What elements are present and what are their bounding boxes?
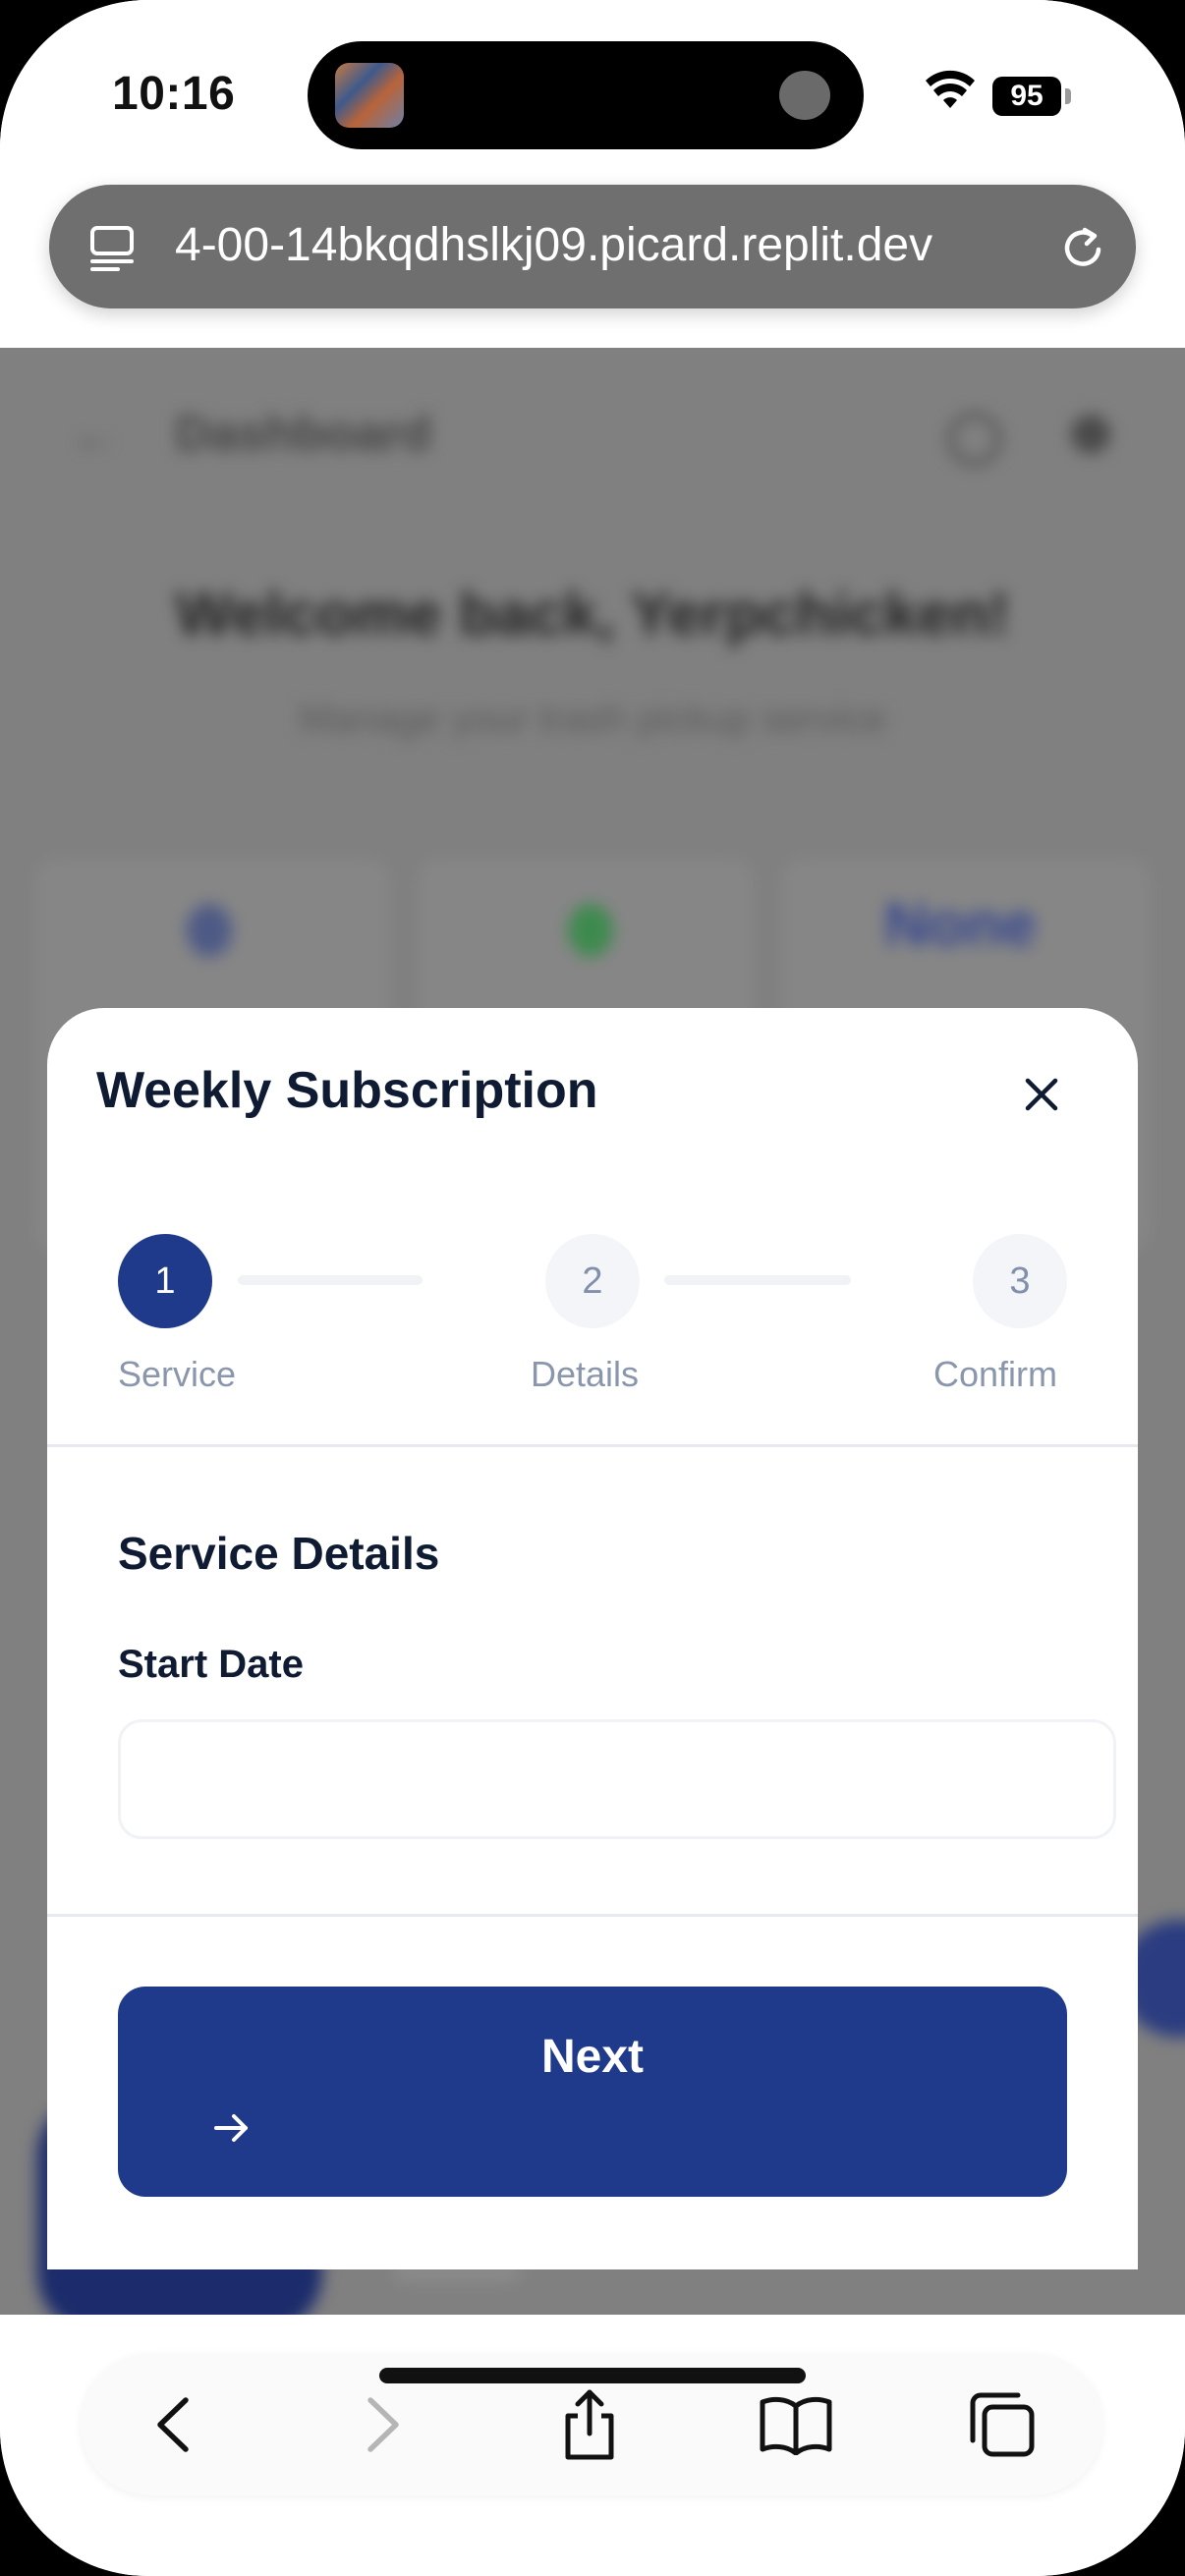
status-time: 10:16 <box>112 68 236 120</box>
divider <box>47 1444 1138 1447</box>
welcome-heading: Welcome back, Yerpchicken! <box>175 581 1010 648</box>
page-menu-icon[interactable] <box>88 222 140 273</box>
back-button[interactable] <box>114 2354 232 2495</box>
step-3-indicator: 3 <box>973 1234 1067 1328</box>
battery-tip <box>1065 88 1071 104</box>
stat-value: None <box>884 891 1037 959</box>
subscription-modal: Weekly Subscription 1 2 3 Service Detail… <box>47 1008 1138 2269</box>
home-indicator[interactable] <box>379 2368 806 2383</box>
browser-toolbar <box>0 2315 1185 2576</box>
settings-icon <box>948 413 1001 466</box>
camera-indicator <box>779 71 830 120</box>
address-bar[interactable]: 4-00-14bkqdhslkj09.picard.replit.dev <box>49 185 1136 308</box>
back-arrow-icon: ← <box>71 410 118 462</box>
arrow-right-icon <box>214 2114 248 2142</box>
step-connector <box>664 1275 851 1285</box>
next-button-label: Next <box>540 2031 645 2083</box>
step-2-label: Details <box>531 1354 640 1394</box>
stat-dot <box>568 904 613 957</box>
book-icon <box>760 2396 832 2455</box>
wifi-icon <box>926 70 975 108</box>
share-icon <box>565 2389 614 2460</box>
status-bar: 10:16 95 <box>0 0 1185 187</box>
phone-screen: 10:16 95 4-00-14bkqdhslkj09.picard.repli… <box>0 0 1185 2576</box>
profile-icon <box>1071 415 1110 454</box>
step-1-indicator: 1 <box>118 1234 212 1328</box>
dashboard-title: Dashboard <box>175 406 432 461</box>
divider <box>47 1914 1138 1917</box>
step-1-label: Service <box>118 1354 237 1394</box>
welcome-subtitle: Manage your trash pickup service <box>298 698 887 741</box>
next-button[interactable]: Next <box>118 1987 1067 2197</box>
reload-icon[interactable] <box>1055 220 1110 275</box>
step-2-indicator: 2 <box>545 1234 640 1328</box>
url-text[interactable]: 4-00-14bkqdhslkj09.picard.replit.dev <box>175 218 932 272</box>
stat-dot <box>187 904 232 957</box>
step-connector <box>238 1275 423 1285</box>
start-date-input[interactable] <box>118 1719 1116 1839</box>
start-date-label: Start Date <box>118 1643 304 1686</box>
tabs-button[interactable] <box>943 2354 1061 2495</box>
progress-stepper: 1 2 3 Service Details Confirm <box>47 1008 1138 1450</box>
chevron-left-icon <box>157 2397 189 2452</box>
dynamic-island <box>308 41 864 149</box>
step-3-label: Confirm <box>933 1354 1058 1394</box>
chevron-right-icon <box>367 2397 399 2452</box>
tabs-icon <box>970 2392 1035 2457</box>
now-playing-thumbnail <box>335 63 404 128</box>
section-title: Service Details <box>118 1528 440 1579</box>
battery-icon: 95 <box>992 77 1061 116</box>
